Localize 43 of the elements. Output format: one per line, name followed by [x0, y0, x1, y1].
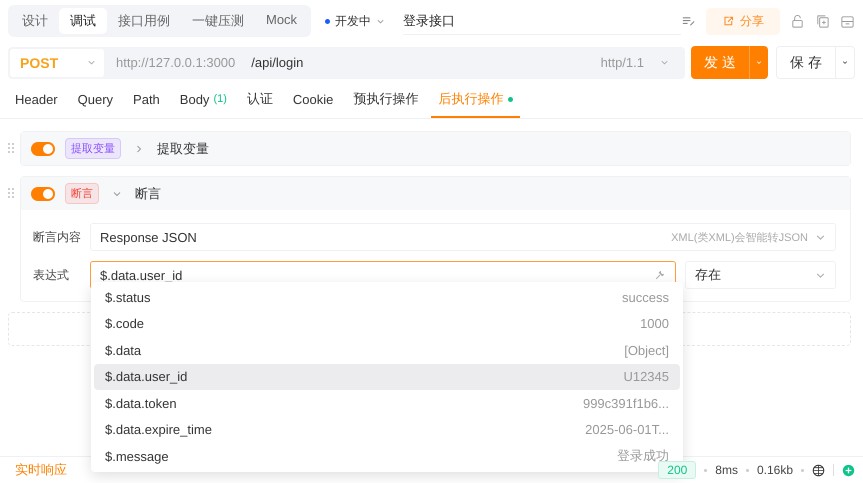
mode-tab[interactable]: Mock [255, 8, 308, 34]
request-tab[interactable]: Path [126, 85, 167, 118]
request-tab[interactable]: Header [8, 85, 65, 118]
toggle-switch[interactable] [31, 186, 55, 200]
plus-circle-icon[interactable] [842, 464, 855, 476]
request-tab[interactable]: Query [70, 85, 120, 118]
url-path: /api/login [251, 55, 304, 70]
response-time: 8ms [715, 463, 738, 477]
request-tab[interactable]: Body (1) [172, 85, 234, 118]
mode-tab[interactable]: 调试 [59, 8, 107, 34]
mode-tab[interactable]: 一键压测 [181, 8, 255, 34]
suggestion-item[interactable]: $.data.user_id U12345 [94, 364, 680, 390]
mode-tab[interactable]: 设计 [11, 8, 59, 34]
drag-handle-icon[interactable] [8, 188, 14, 198]
request-tab[interactable]: Cookie [286, 85, 340, 118]
copy-icon[interactable] [815, 14, 830, 28]
condition-select[interactable]: 存在 [685, 261, 836, 289]
toggle-switch[interactable] [31, 142, 55, 156]
chevron-down-icon [660, 58, 669, 67]
mode-tab[interactable]: 接口用例 [107, 8, 181, 34]
field-label: 表达式 [33, 266, 70, 284]
operation-tag: 提取变量 [65, 138, 121, 159]
drag-handle-icon[interactable] [8, 143, 14, 153]
status-code-badge: 200 [658, 461, 696, 479]
unlock-icon[interactable] [790, 14, 805, 28]
chevron-right-icon[interactable] [134, 144, 144, 154]
response-size: 0.16kb [756, 463, 793, 477]
api-name-field[interactable]: 登录接口 [403, 8, 681, 34]
globe-icon[interactable] [812, 464, 825, 476]
request-tab[interactable]: 认证 [240, 85, 280, 118]
request-tab[interactable]: 预执行操作 [346, 85, 426, 118]
base-url: http://127.0.0.1:3000 [116, 55, 236, 70]
operation-tag: 断言 [65, 183, 99, 204]
content-select[interactable]: Response JSON XML(类XML)会智能转JSON [90, 223, 836, 251]
operation-title: 提取变量 [157, 140, 209, 158]
send-options-button[interactable] [749, 46, 768, 79]
share-icon [722, 15, 734, 27]
save-button[interactable]: 保 存 [776, 46, 835, 79]
operation-title: 断言 [135, 184, 161, 202]
chevron-down-icon [87, 58, 96, 67]
field-label: 断言内容 [33, 228, 81, 246]
status-dropdown[interactable]: 开发中 [325, 12, 386, 30]
archive-icon[interactable] [840, 14, 855, 28]
